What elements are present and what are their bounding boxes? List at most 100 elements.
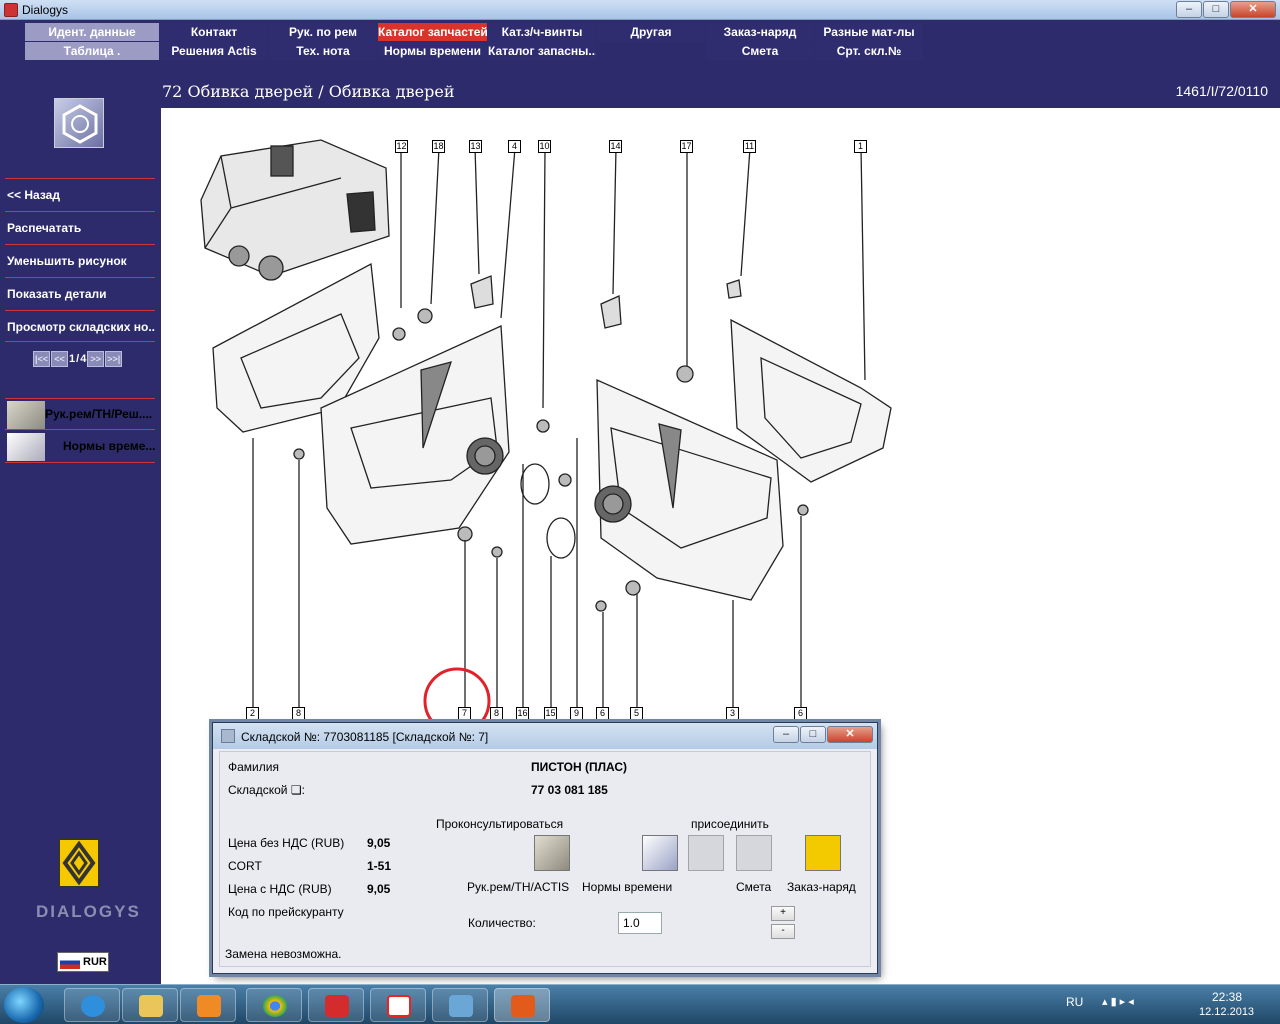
menu-estimate[interactable]: Смета bbox=[706, 42, 814, 60]
dialog-minimize-button[interactable]: – bbox=[773, 726, 799, 743]
quantity-minus-button[interactable]: - bbox=[771, 924, 795, 939]
quantity-input[interactable]: 1.0 bbox=[618, 912, 662, 934]
hex-logo-icon bbox=[54, 98, 104, 148]
callout-8[interactable]: 8 bbox=[292, 707, 305, 720]
java-icon bbox=[221, 729, 235, 743]
page-sep: / bbox=[76, 352, 80, 365]
show-details-link[interactable]: Показать детали bbox=[5, 277, 155, 309]
dialog-maximize-button[interactable]: □ bbox=[800, 726, 826, 743]
part-number-label: Складской ❏: bbox=[228, 783, 305, 797]
first-page-button[interactable]: |<< bbox=[33, 350, 50, 367]
menu-other[interactable]: Другая bbox=[597, 23, 705, 41]
menu-actis[interactable]: Решения Actis bbox=[160, 42, 268, 60]
window-title: Dialogys bbox=[22, 3, 69, 17]
callout-17[interactable]: 17 bbox=[680, 140, 693, 153]
callout-3[interactable]: 3 bbox=[726, 707, 739, 720]
speaker-icon bbox=[449, 995, 473, 1017]
callout-18[interactable]: 18 bbox=[432, 140, 445, 153]
taskbar: RU ▴ ▮ ▸ ◂ 22:38 12.12.2013 bbox=[0, 984, 1280, 1024]
work-order-button[interactable] bbox=[805, 835, 841, 871]
pager: |<< << 1 / 4 >> >>| bbox=[33, 350, 123, 367]
close-button[interactable]: ✕ bbox=[1230, 1, 1276, 18]
start-button[interactable] bbox=[4, 987, 44, 1023]
callout-13[interactable]: 13 bbox=[469, 140, 482, 153]
taskbar-speaker[interactable] bbox=[432, 988, 488, 1022]
kaspersky-icon bbox=[325, 995, 349, 1017]
repair-manual-tool[interactable]: Рук.рем/ТН/Реш.... bbox=[5, 398, 155, 430]
price-excl-value: 9,05 bbox=[367, 836, 391, 850]
wrench-icon bbox=[7, 401, 45, 429]
taskbar-ie[interactable] bbox=[64, 988, 120, 1022]
quantity-plus-button[interactable]: + bbox=[771, 906, 795, 921]
taskbar-kaspersky[interactable] bbox=[308, 988, 364, 1022]
clock-date[interactable]: 12.12.2013 bbox=[1199, 1006, 1254, 1018]
estimate-caption: Смета bbox=[736, 880, 772, 894]
menu-work-order[interactable]: Заказ-наряд bbox=[706, 23, 814, 41]
callout-6b[interactable]: 6 bbox=[794, 707, 807, 720]
callout-6[interactable]: 6 bbox=[596, 707, 609, 720]
view-stock-numbers-link[interactable]: Просмотр складских но... bbox=[5, 310, 155, 342]
menu-labor-times[interactable]: Нормы времени bbox=[378, 42, 487, 60]
callout-16[interactable]: 16 bbox=[516, 707, 529, 720]
media-icon bbox=[197, 995, 221, 1017]
callout-7[interactable]: 7 bbox=[458, 707, 471, 720]
repair-manual-button[interactable] bbox=[534, 835, 570, 871]
renault-logo-icon bbox=[58, 838, 100, 888]
menu-ident[interactable]: Идент. данные bbox=[25, 23, 159, 41]
current-page: 1 bbox=[69, 352, 76, 365]
callout-14[interactable]: 14 bbox=[609, 140, 622, 153]
callout-15[interactable]: 15 bbox=[544, 707, 557, 720]
labor-times-button[interactable] bbox=[642, 835, 678, 871]
java-app-icon bbox=[511, 995, 535, 1017]
callout-11[interactable]: 11 bbox=[743, 140, 756, 153]
labor-times-caption: Нормы времени bbox=[582, 880, 673, 894]
menu-parts-catalog[interactable]: Каталог запчастей bbox=[378, 23, 487, 41]
prev-page-button[interactable]: << bbox=[51, 350, 68, 367]
callout-9[interactable]: 9 bbox=[570, 707, 583, 720]
taskbar-yandex[interactable] bbox=[370, 988, 426, 1022]
taskbar-chrome[interactable] bbox=[246, 988, 302, 1022]
labor-times-tool[interactable]: Нормы време... bbox=[5, 431, 155, 463]
last-page-button[interactable]: >>| bbox=[105, 350, 123, 367]
taskbar-media[interactable] bbox=[180, 988, 236, 1022]
menu-misc-materials[interactable]: Разные мат-лы bbox=[815, 23, 923, 41]
cort-value: 1-51 bbox=[367, 859, 392, 873]
price-incl-label: Цена с НДС (RUB) bbox=[228, 882, 332, 896]
menu-table[interactable]: Таблица . bbox=[25, 42, 159, 60]
minimize-button[interactable]: – bbox=[1176, 1, 1202, 18]
menu-repair-manual[interactable]: Рук. по рем bbox=[269, 23, 377, 41]
shrink-image-link[interactable]: Уменьшить рисунок bbox=[5, 244, 155, 276]
family-value: ПИСТОН (ПЛАС) bbox=[531, 760, 628, 774]
back-link[interactable]: << Назад bbox=[5, 178, 155, 210]
callout-10[interactable]: 10 bbox=[538, 140, 551, 153]
dialog-body: Фамилия ПИСТОН (ПЛАС) Складской ❏: 77 03… bbox=[219, 751, 871, 967]
callout-5[interactable]: 5 bbox=[630, 707, 643, 720]
clock-time[interactable]: 22:38 bbox=[1212, 990, 1242, 1004]
dialog-close-button[interactable]: ✕ bbox=[827, 726, 873, 743]
price-excl-label: Цена без НДС (RUB) bbox=[228, 836, 345, 850]
menu-sort-stock[interactable]: Срт. скл.№ bbox=[815, 42, 923, 60]
print-link[interactable]: Распечатать bbox=[5, 211, 155, 243]
callout-4[interactable]: 4 bbox=[508, 140, 521, 153]
callout-1[interactable]: 1 bbox=[854, 140, 867, 153]
part-number-value: 77 03 081 185 bbox=[531, 783, 608, 797]
menu-parts-screws[interactable]: Кат.з/ч-винты bbox=[488, 23, 596, 41]
estimate-button[interactable] bbox=[736, 835, 772, 871]
taskbar-java[interactable] bbox=[494, 988, 550, 1022]
part-details-dialog: Складской №: 7703081185 [Складской №: 7]… bbox=[212, 722, 878, 974]
menu-tech-note[interactable]: Тех. нота bbox=[269, 42, 377, 60]
callout-8b[interactable]: 8 bbox=[490, 707, 503, 720]
dialogys-brand: DIALOGYS bbox=[36, 902, 141, 921]
app-icon bbox=[4, 3, 18, 17]
maximize-button[interactable]: □ bbox=[1203, 1, 1229, 18]
callout-2[interactable]: 2 bbox=[246, 707, 259, 720]
taskbar-explorer[interactable] bbox=[122, 988, 178, 1022]
language-indicator[interactable]: RU bbox=[1066, 995, 1083, 1009]
menu-spare-catalog[interactable]: Каталог запасны... bbox=[488, 42, 596, 60]
tray-icons[interactable]: ▴ ▮ ▸ ◂ bbox=[1102, 995, 1134, 1008]
next-page-button[interactable]: >> bbox=[87, 350, 105, 367]
menu-contact[interactable]: Контакт bbox=[160, 23, 268, 41]
currency-badge[interactable]: RUR bbox=[57, 952, 109, 972]
callout-12[interactable]: 12 bbox=[395, 140, 408, 153]
dialog-title: Складской №: 7703081185 [Складской №: 7] bbox=[241, 730, 489, 744]
